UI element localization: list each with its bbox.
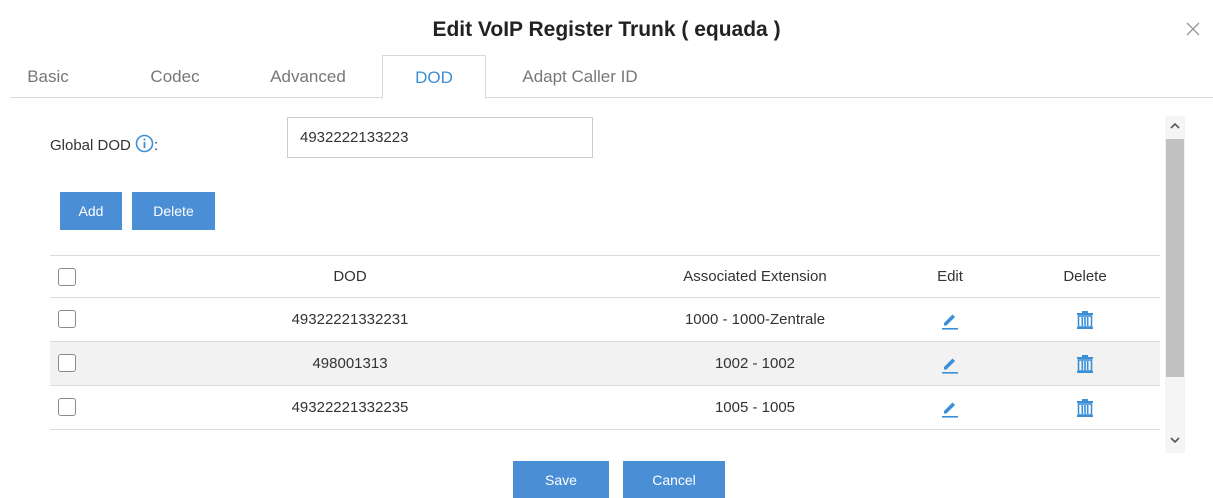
delete-cell bbox=[1045, 386, 1125, 429]
edit-cell bbox=[910, 386, 990, 429]
edit-cell bbox=[910, 342, 990, 385]
row-checkbox[interactable] bbox=[58, 310, 76, 328]
global-dod-label-colon: : bbox=[154, 137, 159, 154]
global-dod-input[interactable] bbox=[287, 117, 593, 158]
close-icon[interactable] bbox=[1180, 16, 1206, 42]
row-checkbox[interactable] bbox=[58, 354, 76, 372]
extension-cell: 1000 - 1000-Zentrale bbox=[684, 311, 826, 328]
tab-advanced[interactable]: Advanced bbox=[260, 55, 356, 98]
extension-cell: 1002 - 1002 bbox=[714, 355, 796, 372]
dod-cell: 49322221332231 bbox=[291, 311, 409, 328]
table-row: 49322221332235 1005 - 1005 bbox=[50, 386, 1160, 430]
tab-bar: Basic Codec Advanced DOD Adapt Caller ID bbox=[10, 55, 1213, 99]
column-header-edit: Edit bbox=[937, 268, 963, 285]
dod-cell: 498001313 bbox=[312, 355, 388, 372]
cancel-button[interactable]: Cancel bbox=[623, 461, 725, 498]
delete-cell bbox=[1045, 298, 1125, 341]
trash-icon[interactable] bbox=[1074, 397, 1096, 419]
trash-icon[interactable] bbox=[1074, 353, 1096, 375]
edit-cell bbox=[910, 298, 990, 341]
delete-button[interactable]: Delete bbox=[132, 192, 215, 230]
tab-codec[interactable]: Codec bbox=[144, 55, 206, 98]
global-dod-label-text: Global DOD bbox=[50, 137, 131, 154]
column-header-associated-extension: Associated Extension bbox=[683, 268, 827, 285]
delete-cell bbox=[1045, 342, 1125, 385]
column-header-delete: Delete bbox=[1063, 268, 1107, 285]
tab-basic[interactable]: Basic bbox=[23, 55, 73, 98]
save-button[interactable]: Save bbox=[513, 461, 609, 498]
row-checkbox[interactable] bbox=[58, 398, 76, 416]
dod-cell: 49322221332235 bbox=[291, 399, 409, 416]
pencil-icon[interactable] bbox=[939, 353, 961, 375]
global-dod-label: Global DOD : bbox=[50, 134, 158, 154]
dialog-title: Edit VoIP Register Trunk ( equada ) bbox=[432, 18, 781, 41]
scroll-down-icon[interactable] bbox=[1165, 430, 1185, 450]
scroll-up-icon[interactable] bbox=[1165, 116, 1185, 136]
extension-cell: 1005 - 1005 bbox=[714, 399, 796, 416]
pencil-icon[interactable] bbox=[939, 397, 961, 419]
column-header-dod: DOD bbox=[333, 268, 367, 285]
table-header: DOD Associated Extension Edit Delete bbox=[50, 255, 1160, 298]
table-row: 49322221332231 1000 - 1000-Zentrale bbox=[50, 298, 1160, 342]
add-button[interactable]: Add bbox=[60, 192, 122, 230]
info-icon[interactable] bbox=[135, 134, 154, 153]
scrollbar-thumb[interactable] bbox=[1166, 139, 1184, 377]
select-all-checkbox[interactable] bbox=[58, 268, 76, 286]
table-row: 498001313 1002 - 1002 bbox=[50, 342, 1160, 386]
trash-icon[interactable] bbox=[1074, 309, 1096, 331]
tab-dod[interactable]: DOD bbox=[382, 55, 486, 99]
tab-adapt-caller-id[interactable]: Adapt Caller ID bbox=[512, 55, 648, 98]
pencil-icon[interactable] bbox=[939, 309, 961, 331]
